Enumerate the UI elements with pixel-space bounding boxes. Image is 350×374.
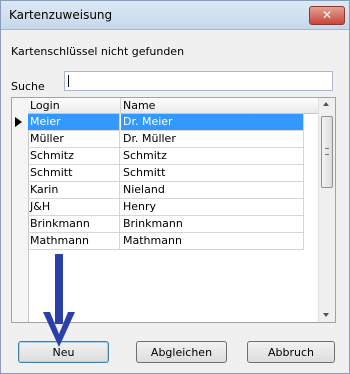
grid-rows: Meier Dr. Meier Müller Dr. Müller Schmitz S… [28,114,304,250]
cell-name[interactable]: Brinkmann [121,216,304,232]
table-row[interactable]: Müller Dr. Müller [28,131,304,148]
column-header-name[interactable]: Name [123,99,155,112]
cell-login[interactable]: Brinkmann [28,216,120,232]
status-message: Kartenschlüssel nicht gefunden [11,45,185,58]
close-button[interactable]: ✕ [309,6,345,25]
cell-login[interactable]: Mathmann [28,233,120,249]
vertical-scrollbar[interactable] [318,98,335,322]
scroll-up-icon[interactable] [323,102,329,106]
sync-button-label: Abgleichen [150,346,213,359]
grid-header: Login Name [28,98,318,114]
cell-name[interactable]: Henry [121,199,304,215]
current-row-arrow-icon [15,117,22,127]
cell-login[interactable]: J&H [28,199,120,215]
sync-button[interactable]: Abgleichen [136,341,227,363]
grip-icon [325,148,329,155]
table-row[interactable]: Brinkmann Brinkmann [28,216,304,233]
cell-name[interactable]: Nieland [121,182,304,198]
cancel-button[interactable]: Abbruch [247,341,335,363]
scroll-down-icon[interactable] [323,313,329,317]
search-label: Suche [11,80,45,93]
cell-login[interactable]: Schmitt [28,165,120,181]
table-row[interactable]: Schmitz Schmitz [28,148,304,165]
cell-login[interactable]: Müller [28,131,120,147]
down-arrow-annotation-icon [43,254,75,347]
table-row[interactable]: Schmitt Schmitt [28,165,304,182]
cell-login[interactable]: Karin [28,182,120,198]
cancel-button-label: Abbruch [267,346,314,359]
title-bar: Kartenzuweisung ✕ [1,1,349,30]
cell-name[interactable]: Schmitz [121,148,304,164]
cell-name[interactable]: Schmitt [121,165,304,181]
table-row[interactable]: Mathmann Mathmann [28,233,304,250]
table-row[interactable]: J&H Henry [28,199,304,216]
column-header-login[interactable]: Login [30,99,60,112]
cell-name[interactable]: Mathmann [121,233,304,249]
table-row[interactable]: Karin Nieland [28,182,304,199]
text-caret [68,75,69,87]
close-icon: ✕ [321,8,333,22]
search-input[interactable] [64,71,333,91]
cell-login[interactable]: Schmitz [28,148,120,164]
cell-name[interactable]: Dr. Meier [121,114,304,130]
table-row[interactable]: Meier Dr. Meier [28,114,304,131]
scrollbar-thumb[interactable] [321,116,333,188]
window-title: Kartenzuweisung [9,8,113,22]
cell-login[interactable]: Meier [28,114,120,130]
row-header-column [12,98,29,322]
column-divider [120,98,121,113]
cell-name[interactable]: Dr. Müller [121,131,304,147]
